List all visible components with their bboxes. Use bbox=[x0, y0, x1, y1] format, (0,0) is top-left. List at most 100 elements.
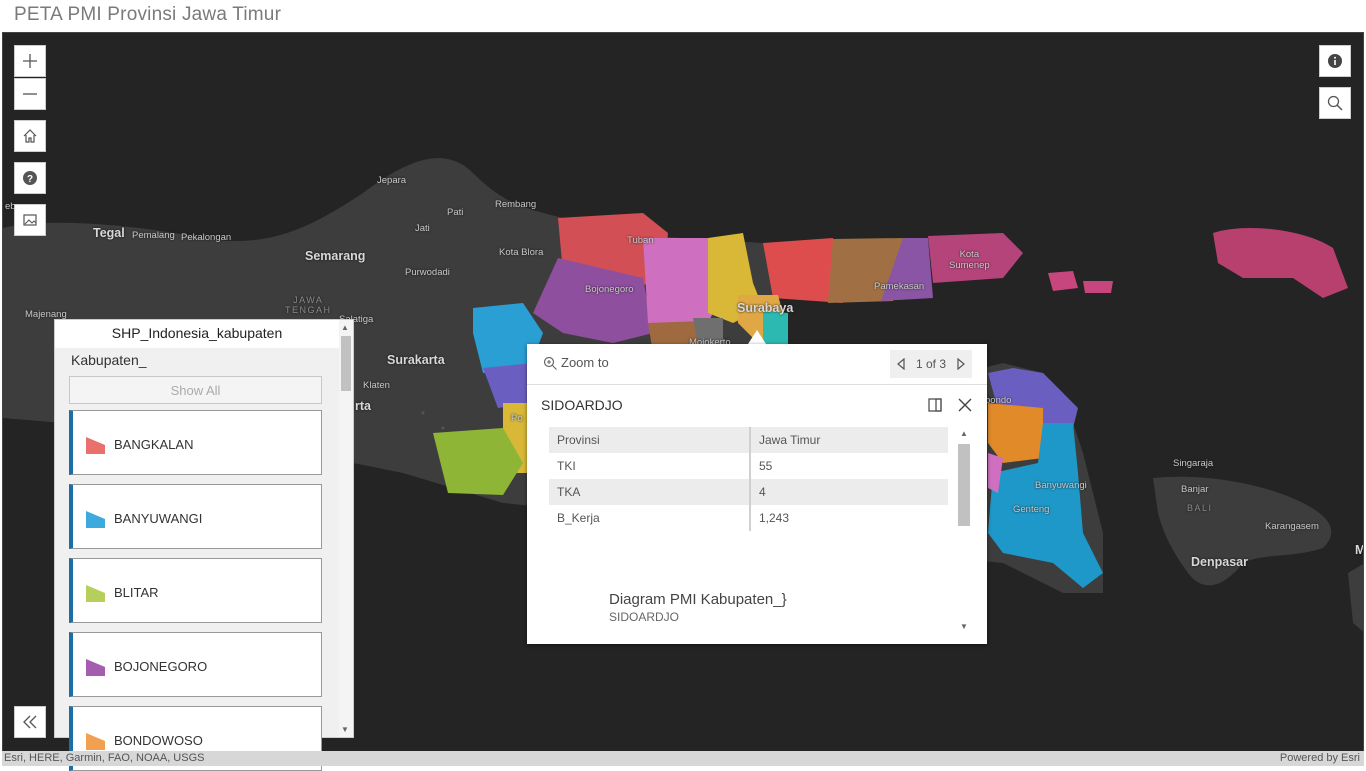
map-label: Singaraja bbox=[1173, 458, 1214, 469]
home-icon bbox=[23, 129, 37, 143]
map-label: Pati bbox=[447, 207, 464, 218]
filter-panel: SHP_Indonesia_kabupaten Kabupaten_ Show … bbox=[54, 319, 354, 771]
home-button[interactable] bbox=[14, 120, 46, 152]
attribute-value: 55 bbox=[759, 459, 773, 473]
double-chevron-left-icon bbox=[23, 715, 37, 729]
filter-item[interactable]: BLITAR bbox=[69, 558, 322, 623]
map-label: rta bbox=[355, 399, 371, 413]
map-label: Po bbox=[511, 413, 523, 424]
map-label: Tuban bbox=[627, 235, 654, 246]
attribute-value: 4 bbox=[750, 479, 948, 505]
scroll-up-icon[interactable]: ▲ bbox=[341, 323, 349, 332]
map-label: Purwodadi bbox=[405, 267, 450, 278]
svg-text:?: ? bbox=[27, 174, 33, 185]
map-label: Kota Blora bbox=[499, 247, 544, 258]
attribute-key: TKA bbox=[549, 479, 751, 505]
basemap-gallery-button[interactable] bbox=[14, 204, 46, 236]
map-label: JAWA TENGAH bbox=[285, 295, 332, 315]
zoom-to-label: Zoom to bbox=[561, 355, 609, 370]
close-icon[interactable] bbox=[958, 398, 972, 412]
map-label: Banyuwangi bbox=[1035, 480, 1087, 491]
app-title: PETA PMI Provinsi Jawa Timur bbox=[14, 4, 282, 25]
dock-icon[interactable] bbox=[928, 398, 942, 412]
map-label: M bbox=[1355, 543, 1363, 557]
map-label: Surakarta bbox=[387, 353, 445, 367]
minus-icon bbox=[23, 93, 37, 95]
help-icon: ? bbox=[23, 171, 37, 185]
attribute-row: Provinsi Jawa Timur bbox=[549, 427, 948, 453]
scroll-down-icon[interactable]: ▼ bbox=[960, 622, 968, 631]
map-label: Karangasem bbox=[1265, 521, 1319, 532]
map-label: Jati bbox=[415, 223, 430, 234]
polygon-symbol-icon bbox=[86, 511, 105, 528]
filter-item-label: BOJONEGORO bbox=[114, 659, 208, 674]
map-label: Banjar bbox=[1181, 484, 1209, 495]
popup-pointer bbox=[748, 330, 766, 344]
collapse-panel-button[interactable] bbox=[14, 706, 46, 738]
chart-title: Diagram PMI Kabupaten_} bbox=[609, 591, 787, 608]
filter-item-label: BANGKALAN bbox=[114, 437, 194, 452]
map-label: Kota Sumenep bbox=[949, 249, 990, 271]
map-label: Genteng bbox=[1013, 504, 1050, 515]
popup-scrollbar[interactable]: ▲ ▼ bbox=[957, 429, 971, 631]
plus-icon bbox=[23, 54, 37, 68]
map-label: Surabaya bbox=[737, 301, 794, 315]
attribute-value: 1,243 bbox=[759, 511, 790, 525]
attribute-row: B_Kerja 1,243 bbox=[549, 505, 948, 531]
filter-item[interactable]: BOJONEGORO bbox=[69, 632, 322, 697]
show-all-button[interactable]: Show All bbox=[69, 376, 322, 404]
polygon-symbol-icon bbox=[86, 659, 105, 676]
help-button[interactable]: ? bbox=[14, 162, 46, 194]
filter-scroll-thumb[interactable] bbox=[341, 336, 351, 391]
map-label: Pemalang bbox=[132, 230, 175, 241]
filter-item[interactable]: BANGKALAN bbox=[69, 410, 322, 475]
map-label: Tegal bbox=[93, 226, 125, 240]
search-icon bbox=[1327, 95, 1343, 111]
attribute-row: TKA 4 bbox=[549, 479, 948, 505]
map-label: Pamekasan bbox=[874, 281, 925, 292]
chart-subtitle: SIDOARDJO bbox=[609, 610, 680, 624]
feature-popup: Zoom to 1 of 3 SIDOARDJO Provinsi Jawa Ti… bbox=[527, 344, 987, 644]
filter-item-label: BLITAR bbox=[114, 585, 159, 600]
filter-panel-title: SHP_Indonesia_kabupaten bbox=[55, 320, 339, 348]
filter-item[interactable]: BANYUWANGI bbox=[69, 484, 322, 549]
feature-title: SIDOARDJO bbox=[541, 397, 623, 413]
map-label: Klaten bbox=[363, 380, 390, 391]
attribute-row: TKI 55 bbox=[549, 453, 948, 479]
zoom-to-action[interactable]: Zoom to bbox=[543, 355, 609, 370]
filter-item-label: BONDOWOSO bbox=[114, 733, 203, 748]
polygon-symbol-icon bbox=[86, 733, 105, 750]
attribution-sources[interactable]: Esri, HERE, Garmin, FAO, NOAA, USGS bbox=[4, 752, 204, 764]
map-attribution: Esri, HERE, Garmin, FAO, NOAA, USGS Powe… bbox=[2, 751, 1364, 766]
popup-pager: 1 of 3 bbox=[890, 350, 972, 378]
info-icon bbox=[1328, 54, 1342, 68]
attribute-key: B_Kerja bbox=[549, 505, 751, 531]
search-button[interactable] bbox=[1319, 87, 1351, 119]
attribute-value: Jawa Timur bbox=[750, 427, 948, 453]
basemap-gallery-icon bbox=[23, 214, 37, 226]
popup-header: Zoom to 1 of 3 bbox=[527, 344, 987, 385]
popup-scroll-thumb[interactable] bbox=[958, 444, 970, 526]
scroll-up-icon[interactable]: ▲ bbox=[960, 429, 968, 438]
zoom-out-button[interactable] bbox=[14, 78, 46, 110]
powered-by[interactable]: Powered by Esri bbox=[1280, 752, 1360, 764]
chevron-left-icon[interactable] bbox=[896, 358, 906, 370]
filter-item-label: BANYUWANGI bbox=[114, 511, 203, 526]
filter-scrollbar[interactable]: ▲ ▼ bbox=[339, 320, 353, 737]
zoom-in-button[interactable] bbox=[14, 45, 46, 77]
map-label: Pekalongan bbox=[181, 232, 232, 243]
polygon-symbol-icon bbox=[86, 437, 105, 454]
map-label: Jepara bbox=[377, 175, 407, 186]
pager-count: 1 of 3 bbox=[915, 357, 947, 371]
zoom-to-icon bbox=[543, 356, 557, 370]
map-label: bondo bbox=[985, 395, 1012, 406]
scroll-down-icon[interactable]: ▼ bbox=[341, 725, 349, 734]
polygon-symbol-icon bbox=[86, 585, 105, 602]
map-label: Denpasar bbox=[1191, 555, 1248, 569]
attribute-key: TKI bbox=[549, 453, 751, 479]
chevron-right-icon[interactable] bbox=[956, 358, 966, 370]
map-label: Bojonegoro bbox=[585, 284, 634, 295]
info-button[interactable] bbox=[1319, 45, 1351, 77]
map-label: Rembang bbox=[495, 199, 537, 210]
map-label: BALI bbox=[1187, 503, 1213, 513]
